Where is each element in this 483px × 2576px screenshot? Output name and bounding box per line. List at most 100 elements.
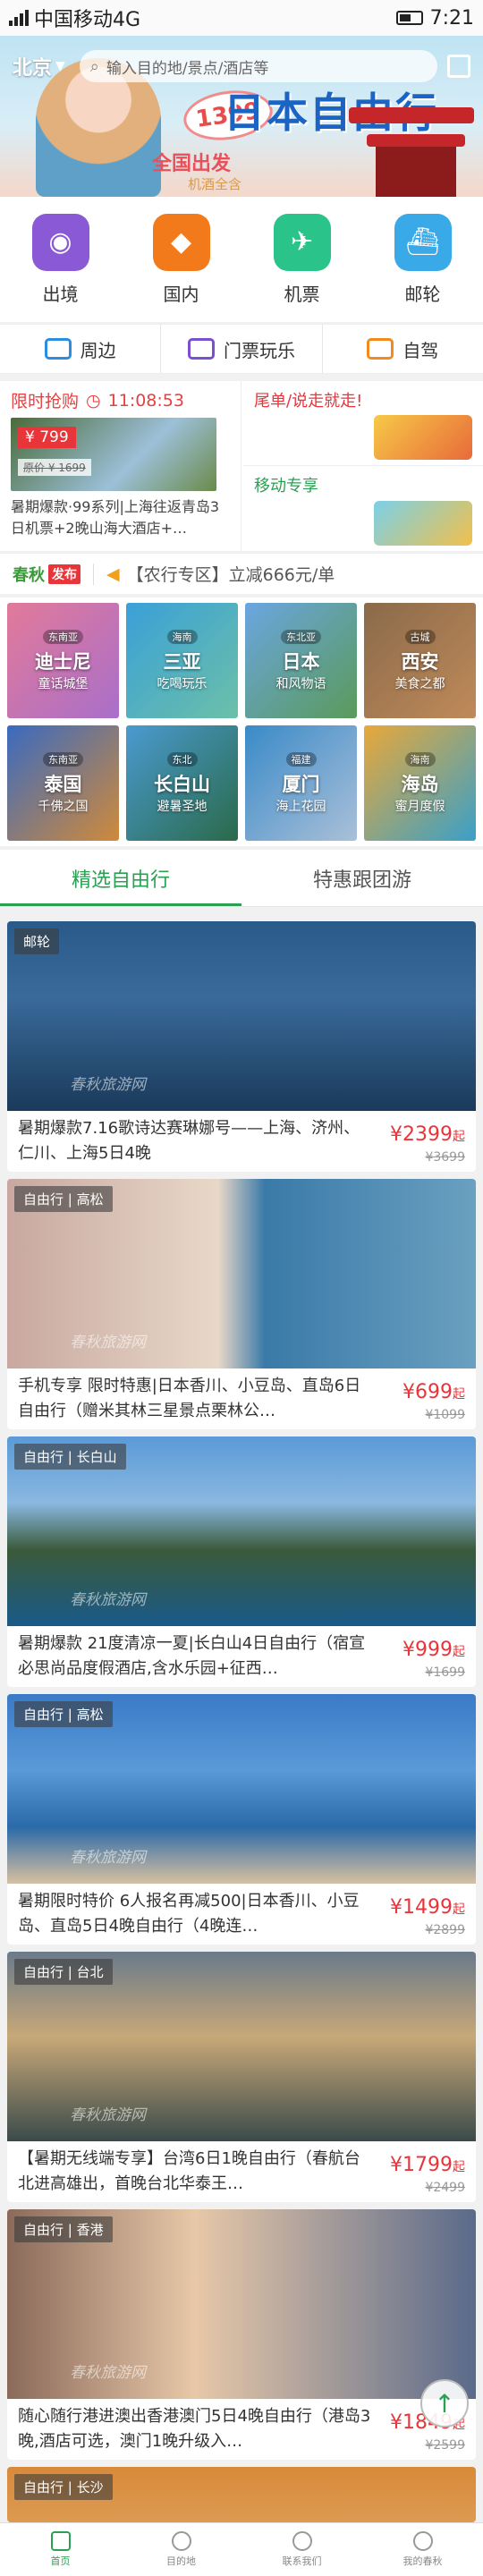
flash-sale-original-price: 原价 ¥ 1699 [18, 459, 91, 476]
scan-icon[interactable] [447, 55, 470, 78]
watermark: 春秋旅游网 [70, 1334, 146, 1352]
nav-label: 联系我们 [282, 2555, 322, 2567]
destination-tile[interactable]: 东南亚 泰国 千佛之国 [7, 725, 119, 841]
nav-label: 目的地 [166, 2555, 196, 2567]
self-drive-icon [367, 338, 394, 360]
user-icon [412, 2531, 433, 2551]
sub-nav: 周边 门票玩乐 自驾 [0, 324, 483, 374]
destination-tile[interactable]: 海南 海岛 蜜月度假 [364, 725, 476, 841]
product-card[interactable]: 邮轮 春秋旅游网 暑期爆款7.16歌诗达赛琳娜号——上海、济州、仁川、上海5日4晚 ¥… [7, 921, 476, 1172]
destination-tile[interactable]: 东南亚 迪士尼 童话城堡 [7, 603, 119, 718]
subnav-label: 周边 [80, 339, 116, 361]
home-icon [50, 2531, 71, 2551]
nav-label: 我的春秋 [402, 2555, 443, 2567]
flash-sale-desc: 暑期爆款·99系列|上海往返青岛3日机票+2晚山海大酒店+… [11, 498, 220, 537]
brand-logo: 春秋 发布 [13, 563, 80, 586]
last-minute-promo[interactable]: 尾单/说走就走! [243, 381, 483, 466]
city-selector[interactable]: 北京 [13, 52, 52, 80]
signal-icon [9, 10, 29, 26]
product-card[interactable]: 自由行 | 高松 春秋旅游网 手机专享 限时特惠|日本香川、小豆岛、直岛6日自由行（… [7, 1179, 476, 1429]
category-outbound[interactable]: ◉ 出境 [16, 213, 106, 306]
category-nav: ◉ 出境 ◆ 国内 ✈ 机票 ⛴ 邮轮 [0, 197, 483, 322]
destination-tile[interactable]: 海南 三亚 吃喝玩乐 [126, 603, 238, 718]
countdown-timer: 11:08:53 [107, 390, 184, 411]
product-title: 暑期爆款7.16歌诗达赛琳娜号——上海、济州、仁川、上海5日4晚 [18, 1119, 360, 1163]
mobile-exclusive-promo[interactable]: 移动专享 [243, 466, 483, 551]
category-label: 机票 [284, 283, 320, 305]
product-badge: 自由行 | 台北 [14, 1959, 113, 1985]
product-price: ¥699起 [402, 1381, 465, 1403]
destination-tile[interactable]: 东北 长白山 避暑圣地 [126, 725, 238, 841]
product-card[interactable]: 自由行 | 长白山 春秋旅游网 暑期爆款 21度清凉一夏|长白山4日自由行（宿宣必思… [7, 1436, 476, 1687]
subnav-label: 自驾 [402, 339, 439, 361]
flash-sale-price: ¥ 799 [18, 427, 76, 448]
nav-contact[interactable]: 联系我们 [242, 2523, 362, 2576]
plane-icon: ✈ [273, 213, 331, 271]
tab-free-travel[interactable]: 精选自由行 [0, 850, 242, 906]
watermark: 春秋旅游网 [70, 2364, 146, 2382]
watermark: 春秋旅游网 [70, 2106, 146, 2124]
notice-text: 【农行专区】立减666元/单 [126, 565, 335, 585]
category-label: 国内 [163, 283, 199, 305]
product-badge: 自由行 | 高松 [14, 1186, 113, 1212]
product-price: ¥1799起 [390, 2154, 465, 2176]
clock-text: 7:21 [429, 6, 474, 30]
promo-label: 尾单/说走就走! [254, 392, 363, 411]
product-original-price: ¥3699 [425, 1150, 465, 1165]
banner-tagline: 机酒全含 [188, 176, 242, 192]
banner-subline: 全国出发 [152, 153, 232, 175]
product-original-price: ¥2499 [425, 2181, 465, 2195]
category-label: 出境 [42, 283, 79, 305]
destination-tile[interactable]: 古城 西安 美食之都 [364, 603, 476, 718]
speaker-icon: ◀ [106, 564, 120, 584]
product-title: 暑期限时特价 6人报名再减500|日本香川、小豆岛、直岛5日4晚自由行（4晚连… [18, 1892, 360, 1936]
search-icon: ⌕ [89, 56, 99, 76]
product-title: 【暑期无线端专享】台湾6日1晚自由行（春航台北进高雄出，首晚台北华泰王… [18, 2149, 360, 2193]
nav-destination[interactable]: 目的地 [121, 2523, 242, 2576]
back-to-top-button[interactable]: ↑ [420, 2379, 469, 2428]
arrow-up-icon: ↑ [434, 2388, 455, 2419]
flash-sale-title: 限时抢购 [11, 392, 80, 411]
china-map-icon: ◆ [152, 213, 210, 271]
nav-home[interactable]: 首页 [0, 2523, 121, 2576]
product-card[interactable]: 自由行 | 台北春秋旅游网【暑期无线端专享】台湾6日1晚自由行（春航台北进高雄出… [7, 1952, 476, 2202]
subnav-label: 门票玩乐 [223, 339, 295, 361]
notice-bar[interactable]: 春秋 发布 ◀ 【农行专区】立减666元/单 [0, 553, 483, 594]
product-badge: 自由行 | 高松 [14, 1701, 113, 1727]
product-card[interactable]: 自由行 | 长沙 [7, 2467, 476, 2522]
bottom-nav: 首页 目的地 联系我们 我的春秋 [0, 2522, 483, 2576]
product-price: ¥999起 [402, 1639, 465, 1661]
tab-group-tour[interactable]: 特惠跟团游 [242, 850, 483, 906]
category-domestic[interactable]: ◆ 国内 [137, 213, 226, 306]
product-price: ¥2399起 [390, 1123, 465, 1146]
destination-tile[interactable]: 福建 厦门 海上花园 [245, 725, 357, 841]
category-cruise[interactable]: ⛴ 邮轮 [378, 213, 468, 306]
cruise-ship-icon: ⛴ [394, 213, 452, 271]
location-pin-icon [171, 2531, 191, 2551]
status-bar: 中国移动4G 7:21 [0, 0, 483, 36]
globe-icon: ◉ [31, 213, 89, 271]
temple-illustration [331, 80, 483, 197]
nav-my-account[interactable]: 我的春秋 [362, 2523, 483, 2576]
nav-label: 首页 [50, 2555, 71, 2567]
search-input[interactable]: ⌕ 输入目的地/景点/酒店等 [79, 50, 437, 82]
destination-tile[interactable]: 东北亚 日本 和风物语 [245, 603, 357, 718]
product-original-price: ¥1699 [425, 1665, 465, 1680]
product-original-price: ¥2599 [425, 2438, 465, 2453]
car-icon [44, 338, 72, 360]
subnav-nearby[interactable]: 周边 [0, 325, 162, 373]
product-price: ¥1499起 [390, 1896, 465, 1919]
product-card[interactable]: 自由行 | 香港 春秋旅游网 随心随行港进澳出香港澳门5日4晚自由行（港岛3晚,酒店… [7, 2209, 476, 2460]
product-original-price: ¥1099 [425, 1408, 465, 1422]
product-card[interactable]: 自由行 | 高松 春秋旅游网 暑期限时特价 6人报名再减500|日本香川、小豆岛、直… [7, 1694, 476, 1945]
subnav-self-drive[interactable]: 自驾 [323, 325, 483, 373]
product-badge: 自由行 | 香港 [14, 2216, 113, 2242]
battery-icon [395, 11, 423, 25]
subnav-tickets[interactable]: 门票玩乐 [161, 325, 323, 373]
product-title: 暑期爆款 21度清凉一夏|长白山4日自由行（宿宣必思尚品度假酒店,含水乐园+征西… [18, 1634, 366, 1678]
destination-grid: 东南亚 迪士尼 童话城堡 海南 三亚 吃喝玩乐 东北亚 日本 和风物语 古城 西安 美食之都 东… [0, 597, 483, 846]
flash-sale-card[interactable]: 限时抢购 ◷ 11:08:53 ¥ 799 原价 ¥ 1699 暑期爆款·99系… [0, 381, 242, 551]
promo-illustration [374, 501, 472, 546]
category-flight[interactable]: ✈ 机票 [258, 213, 347, 306]
hero-banner[interactable]: 北京 ▼ ⌕ 输入目的地/景点/酒店等 1399 日本自由行 全国出发 机酒全含 [0, 36, 483, 197]
